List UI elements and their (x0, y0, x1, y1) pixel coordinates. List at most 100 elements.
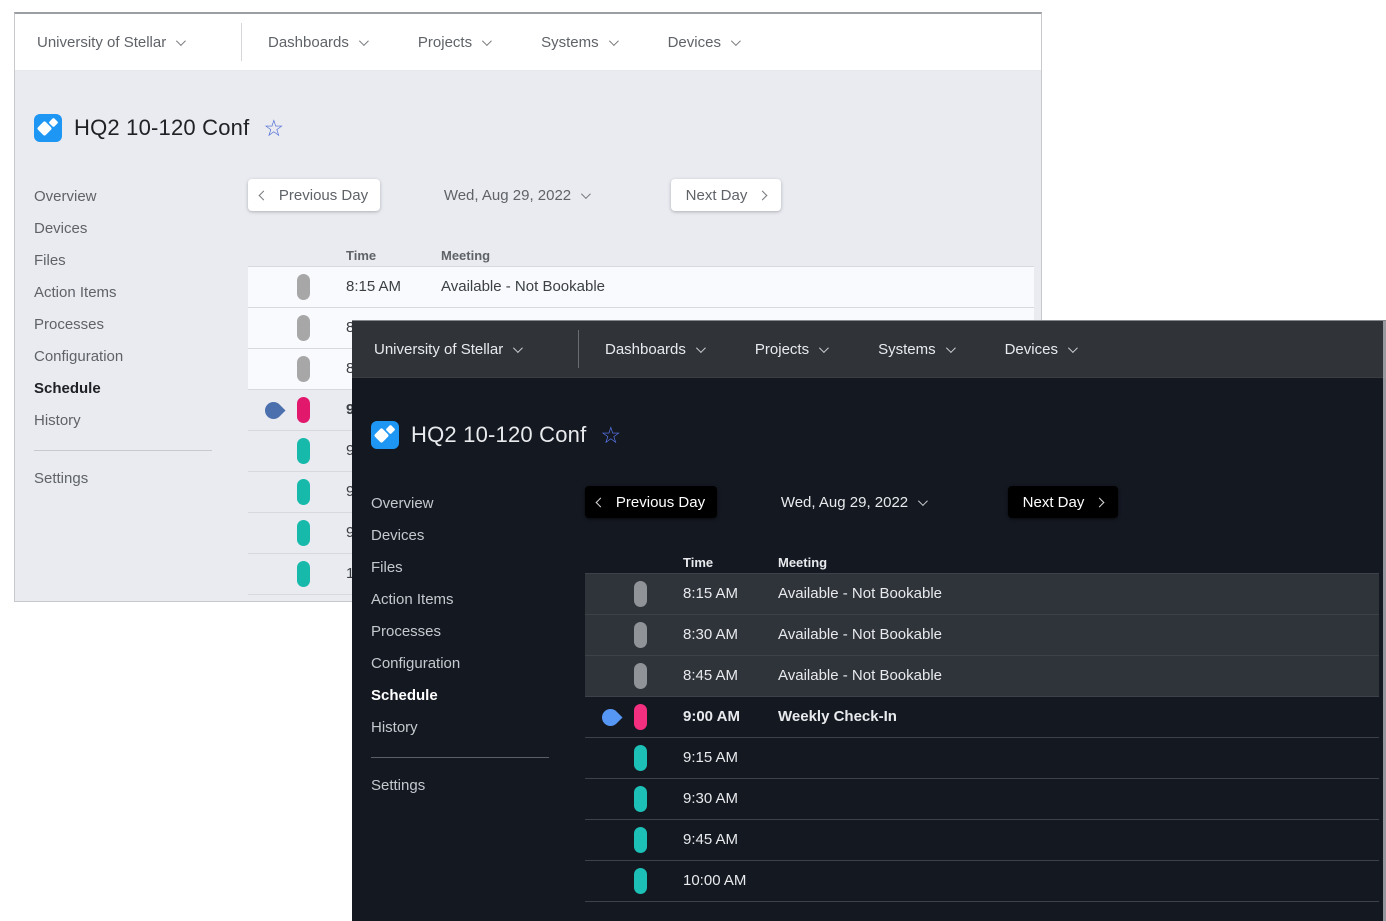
sidebar-item[interactable]: Settings (371, 770, 563, 802)
sidebar-item[interactable]: Action Items (34, 277, 226, 309)
availability-pill-icon (297, 479, 310, 505)
sidebar-item[interactable]: History (34, 405, 226, 437)
nav-menu-item[interactable]: Devices (1005, 341, 1075, 358)
org-menu-label: University of Stellar (37, 34, 166, 51)
nav-menu-item-label: Projects (418, 34, 472, 51)
sidebar-item[interactable]: Devices (371, 520, 563, 552)
schedule-row[interactable]: 9:00 AM Weekly Check-In (585, 697, 1379, 738)
chevron-down-icon (918, 496, 928, 506)
favorite-star-icon[interactable]: ☆ (263, 117, 284, 140)
schedule-row[interactable]: 8:15 AM Available - Not Bookable (248, 267, 1034, 308)
sidebar-item-list: Overview Devices Files Action Items Proc… (34, 181, 226, 437)
sidebar-item[interactable]: Devices (34, 213, 226, 245)
chevron-left-icon (258, 190, 268, 200)
chevron-right-icon (758, 190, 768, 200)
column-header-time: Time (346, 248, 376, 263)
availability-pill-icon (297, 315, 310, 341)
favorite-star-icon[interactable]: ☆ (600, 424, 621, 447)
schedule-row[interactable]: 8:45 AM Available - Not Bookable (585, 656, 1379, 697)
nav-menu-item-label: Devices (668, 34, 721, 51)
sidebar-item[interactable]: Processes (371, 616, 563, 648)
column-header-time: Time (683, 555, 713, 570)
page-title: HQ2 10-120 Conf (74, 115, 249, 141)
sidebar-item[interactable]: Configuration (34, 341, 226, 373)
previous-day-button[interactable]: Previous Day (248, 179, 380, 211)
availability-pill-icon (634, 868, 647, 894)
row-time: 8:15 AM (683, 574, 738, 614)
chevron-down-icon (176, 36, 186, 46)
chevron-down-icon (609, 36, 619, 46)
sidebar-item[interactable]: Overview (34, 181, 226, 213)
chevron-down-icon (696, 343, 706, 353)
nav-menu-item[interactable]: Dashboards (268, 34, 366, 51)
sidebar-item[interactable]: Action Items (371, 584, 563, 616)
availability-pill-icon (634, 581, 647, 607)
nav-menu-item-label: Systems (878, 341, 936, 358)
availability-pill-icon (297, 397, 310, 423)
column-header-meeting: Meeting (778, 555, 827, 570)
chevron-right-icon (1095, 497, 1105, 507)
availability-pill-icon (634, 622, 647, 648)
sidebar-footer-list: Settings (34, 463, 226, 495)
row-time: 8:45 AM (683, 656, 738, 696)
availability-pill-icon (634, 827, 647, 853)
availability-pill-icon (297, 356, 310, 382)
nav-divider (241, 23, 242, 61)
page-header: HQ2 10-120 Conf ☆ (371, 421, 621, 449)
sidebar-item[interactable]: Files (34, 245, 226, 277)
nav-menu-item[interactable]: Systems (541, 34, 616, 51)
schedule-row[interactable]: 8:15 AM Available - Not Bookable (585, 574, 1379, 615)
date-dropdown[interactable]: Wed, Aug 29, 2022 (778, 494, 928, 511)
org-menu-label: University of Stellar (374, 341, 503, 358)
sidebar-item[interactable]: Files (371, 552, 563, 584)
sidebar: Overview Devices Files Action Items Proc… (371, 488, 563, 802)
page-title: HQ2 10-120 Conf (411, 422, 586, 448)
sidebar-item[interactable]: Schedule (34, 373, 226, 405)
previous-day-label: Previous Day (279, 187, 368, 204)
row-meeting: Available - Not Bookable (778, 574, 942, 614)
schedule-row[interactable]: 10:00 AM (585, 861, 1379, 902)
schedule-row[interactable]: 9:45 AM (585, 820, 1379, 861)
sidebar-item[interactable]: Configuration (371, 648, 563, 680)
sidebar-item[interactable]: Processes (34, 309, 226, 341)
availability-pill-icon (634, 704, 647, 730)
sidebar-item[interactable]: History (371, 712, 563, 744)
date-dropdown[interactable]: Wed, Aug 29, 2022 (441, 187, 591, 204)
next-day-label: Next Day (686, 187, 748, 204)
chevron-down-icon (482, 36, 492, 46)
nav-menu-item[interactable]: Projects (755, 341, 826, 358)
availability-pill-icon (634, 663, 647, 689)
availability-pill-icon (634, 745, 647, 771)
nav-menu-item-label: Systems (541, 34, 599, 51)
sidebar-item[interactable]: Overview (371, 488, 563, 520)
day-toolbar: Previous Day Wed, Aug 29, 2022 Next Day (248, 179, 1034, 211)
current-meeting-indicator-icon (598, 705, 622, 729)
nav-menu-item[interactable]: Projects (418, 34, 489, 51)
room-app-icon (371, 421, 399, 449)
nav-menu-item[interactable]: Dashboards (605, 341, 703, 358)
nav-menu-item-label: Devices (1005, 341, 1058, 358)
schedule-row[interactable]: 9:15 AM (585, 738, 1379, 779)
schedule-row[interactable]: 9:30 AM (585, 779, 1379, 820)
nav-menu-item[interactable]: Devices (668, 34, 738, 51)
sidebar-footer-list: Settings (371, 770, 563, 802)
availability-pill-icon (634, 786, 647, 812)
nav-divider (578, 330, 579, 368)
chevron-down-icon (819, 343, 829, 353)
org-menu[interactable]: University of Stellar (352, 341, 578, 358)
sidebar-item[interactable]: Settings (34, 463, 226, 495)
row-meeting: Available - Not Bookable (441, 267, 605, 307)
sidebar-item[interactable]: Schedule (371, 680, 563, 712)
org-menu[interactable]: University of Stellar (15, 34, 241, 51)
sidebar-divider (371, 757, 549, 758)
nav-menu-item[interactable]: Systems (878, 341, 953, 358)
previous-day-button[interactable]: Previous Day (585, 486, 717, 518)
sidebar-divider (34, 450, 212, 451)
next-day-button[interactable]: Next Day (671, 179, 781, 211)
schedule-row[interactable]: 8:30 AM Available - Not Bookable (585, 615, 1379, 656)
next-day-button[interactable]: Next Day (1008, 486, 1118, 518)
chevron-down-icon (731, 36, 741, 46)
date-label: Wed, Aug 29, 2022 (444, 187, 571, 204)
nav-menu-item-label: Projects (755, 341, 809, 358)
row-time: 10:00 AM (683, 861, 746, 901)
